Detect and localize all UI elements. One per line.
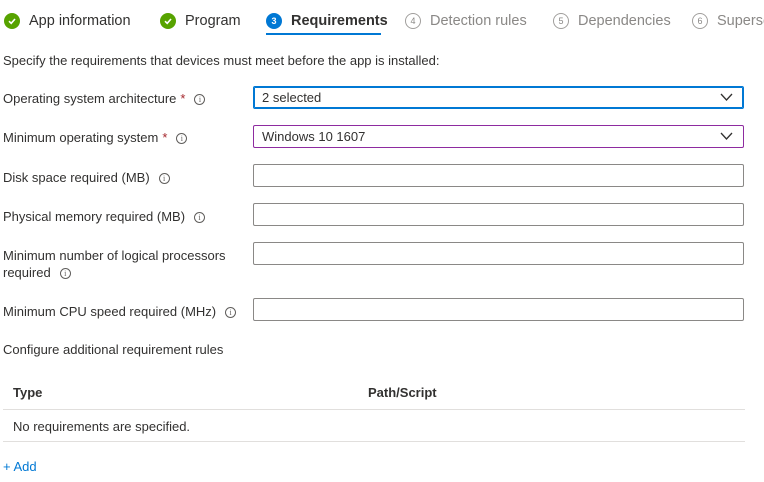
step-label: Requirements xyxy=(291,13,388,29)
table-header-divider xyxy=(3,409,745,410)
step-label: Supersedence xyxy=(717,13,764,29)
info-icon[interactable]: i xyxy=(194,212,206,224)
step-label: Detection rules xyxy=(430,13,527,29)
step-program[interactable]: Program xyxy=(160,9,241,33)
processors-label-row: Minimum number of logical processors req… xyxy=(3,247,243,281)
field-label: Minimum CPU speed required (MHz) xyxy=(3,304,217,319)
step-label: App information xyxy=(29,13,131,29)
page-intro: Specify the requirements that devices mu… xyxy=(3,53,440,68)
step-number-badge: 3 xyxy=(266,13,282,29)
chevron-down-icon xyxy=(720,93,733,101)
info-icon[interactable]: i xyxy=(194,94,206,106)
step-number-badge: 6 xyxy=(692,13,708,29)
step-requirements[interactable]: 3 Requirements xyxy=(266,9,388,33)
wizard-steps: App information Program 3 Requirements 4… xyxy=(0,0,764,40)
cpu-speed-input[interactable] xyxy=(253,298,744,321)
disk-space-label-row: Disk space required (MB) i xyxy=(3,169,170,186)
cpu-speed-label-row: Minimum CPU speed required (MHz) i xyxy=(3,303,237,320)
info-icon[interactable]: i xyxy=(158,173,170,185)
section-title: Configure additional requirement rules xyxy=(3,342,224,357)
column-header-path-script: Path/Script xyxy=(368,385,437,400)
field-label: Operating system architecture xyxy=(3,91,177,106)
step-dependencies[interactable]: 5 Dependencies xyxy=(553,9,671,33)
min-os-label-row: Minimum operating system * i xyxy=(3,129,188,146)
physical-memory-input[interactable] xyxy=(253,203,744,226)
info-icon[interactable]: i xyxy=(225,307,237,319)
os-architecture-label-row: Operating system architecture * i xyxy=(3,90,206,107)
empty-table-message: No requirements are specified. xyxy=(13,419,191,434)
disk-space-input[interactable] xyxy=(253,164,744,187)
step-app-information[interactable]: App information xyxy=(4,9,131,33)
step-number-badge: 5 xyxy=(553,13,569,29)
dropdown-value: Windows 10 1607 xyxy=(262,129,366,144)
check-icon xyxy=(160,13,176,29)
step-label: Program xyxy=(185,13,241,29)
active-step-indicator xyxy=(266,33,381,35)
info-icon[interactable]: i xyxy=(59,268,71,280)
required-asterisk: * xyxy=(180,91,186,106)
dropdown-value: 2 selected xyxy=(262,90,322,105)
column-header-type: Type xyxy=(13,385,43,400)
required-asterisk: * xyxy=(162,130,168,145)
check-icon xyxy=(4,13,20,29)
step-label: Dependencies xyxy=(578,13,671,29)
field-label: Minimum number of logical processors req… xyxy=(3,248,226,280)
add-rule-link[interactable]: + Add xyxy=(3,459,37,474)
field-label: Minimum operating system xyxy=(3,130,159,145)
chevron-down-icon xyxy=(720,132,733,140)
memory-label-row: Physical memory required (MB) i xyxy=(3,208,206,225)
os-architecture-dropdown[interactable]: 2 selected xyxy=(253,86,744,109)
step-supersedence[interactable]: 6 Supersedence xyxy=(692,9,764,33)
field-label: Physical memory required (MB) xyxy=(3,209,186,224)
field-label: Disk space required (MB) xyxy=(3,170,150,185)
step-number-badge: 4 xyxy=(405,13,421,29)
logical-processors-input[interactable] xyxy=(253,242,744,265)
step-detection-rules[interactable]: 4 Detection rules xyxy=(405,9,527,33)
min-os-dropdown[interactable]: Windows 10 1607 xyxy=(253,125,744,148)
table-bottom-divider xyxy=(3,441,745,442)
info-icon[interactable]: i xyxy=(176,133,188,145)
